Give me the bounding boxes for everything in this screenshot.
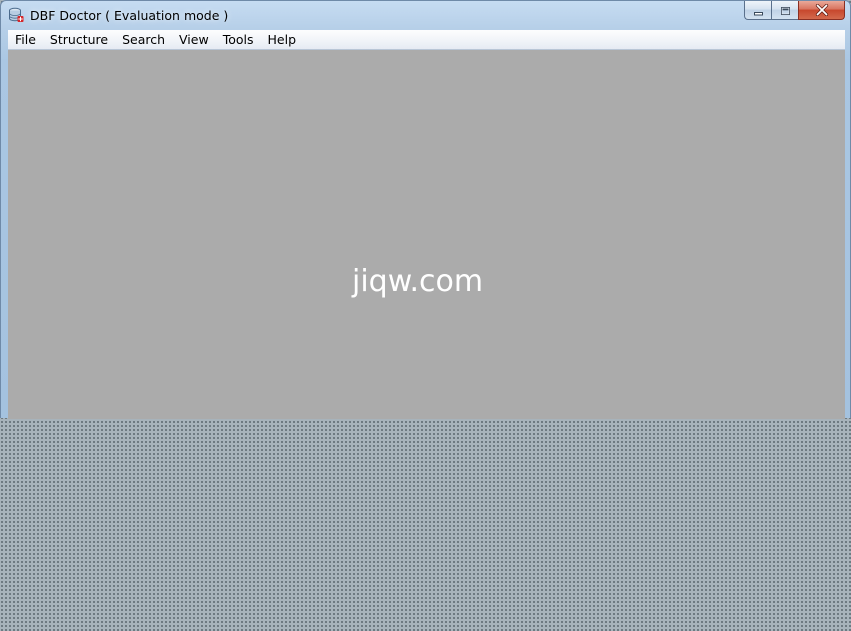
- database-icon[interactable]: [8, 7, 24, 23]
- minimize-icon: [753, 1, 764, 20]
- window-title: DBF Doctor ( Evaluation mode ): [30, 8, 229, 23]
- menu-bar: File Structure Search View Tools Help: [8, 30, 845, 50]
- menu-tools[interactable]: Tools: [216, 30, 261, 50]
- menu-search[interactable]: Search: [115, 30, 172, 50]
- mdi-client-area[interactable]: [8, 50, 845, 419]
- caption-buttons: [744, 1, 845, 21]
- menu-structure[interactable]: Structure: [43, 30, 115, 50]
- close-button[interactable]: [798, 1, 845, 20]
- menu-help[interactable]: Help: [261, 30, 304, 50]
- app-window: DBF Doctor ( Evaluation mode ) File Stru…: [0, 0, 851, 419]
- title-bar[interactable]: DBF Doctor ( Evaluation mode ): [1, 1, 850, 30]
- maximize-button[interactable]: [771, 1, 798, 20]
- maximize-icon: [780, 1, 791, 20]
- minimize-button[interactable]: [744, 1, 771, 20]
- watermark-text: jiqw.com: [352, 264, 484, 299]
- menu-view[interactable]: View: [172, 30, 216, 50]
- close-icon: [815, 1, 829, 20]
- menu-file[interactable]: File: [8, 30, 43, 50]
